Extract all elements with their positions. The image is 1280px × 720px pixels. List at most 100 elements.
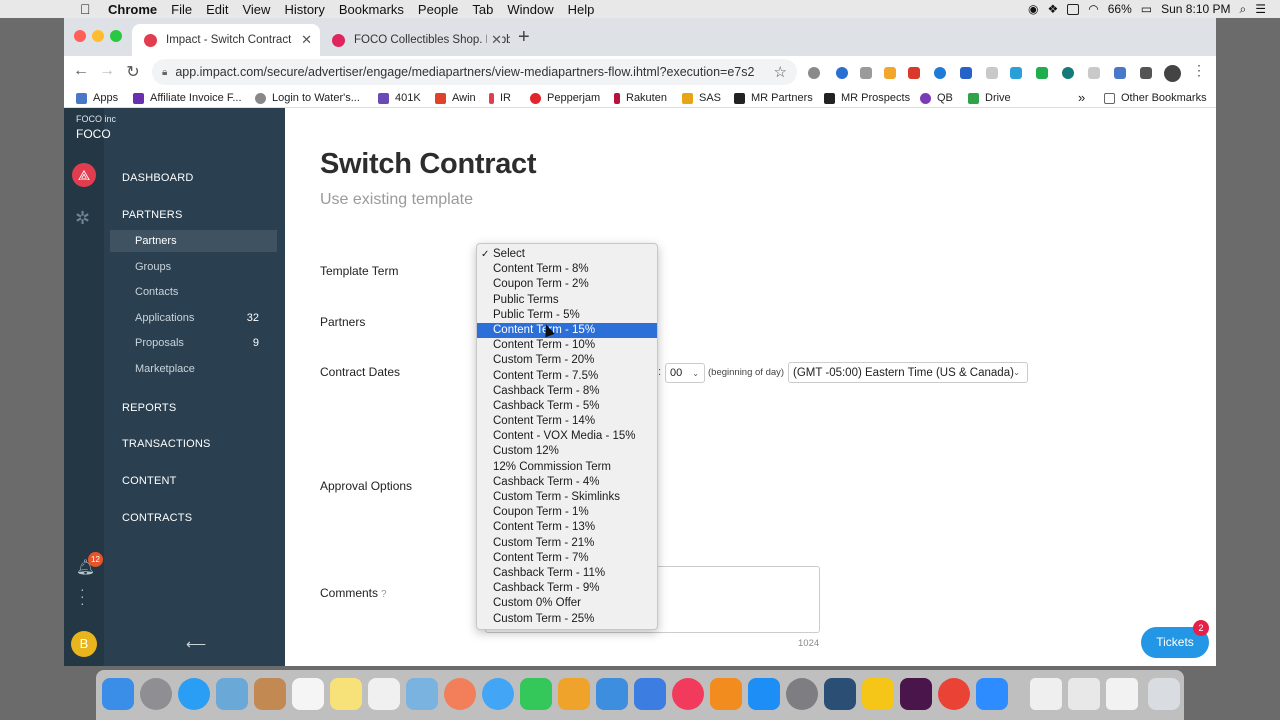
menu-app-name[interactable]: Chrome	[108, 2, 157, 17]
safari-icon[interactable]	[178, 678, 210, 710]
dropdown-option[interactable]: 12% Commission Term	[477, 460, 657, 475]
menu-bookmarks[interactable]: Bookmarks	[339, 2, 404, 17]
minimize-window-button[interactable]	[92, 30, 104, 42]
document-thumbnail-icon[interactable]	[1106, 678, 1138, 710]
extension-icon[interactable]	[808, 67, 820, 79]
lock-icon[interactable]: 🔒︎	[162, 67, 167, 78]
menu-people[interactable]: People	[418, 2, 458, 17]
bookmark-sas[interactable]: SAS	[682, 92, 721, 104]
tab-foco-collectibles[interactable]: FOCO Collectibles Shop. Bobb ✕	[320, 24, 510, 56]
bookmark-apps[interactable]: Apps	[76, 92, 118, 104]
music-icon[interactable]	[672, 678, 704, 710]
document-thumbnail-icon[interactable]	[1030, 678, 1062, 710]
pages-icon[interactable]	[558, 678, 590, 710]
dropdown-option[interactable]: Content - VOX Media - 15%	[477, 429, 657, 444]
dropdown-option[interactable]: Cashback Term - 9%	[477, 581, 657, 596]
dropbox-icon[interactable]: ❖	[1048, 2, 1059, 16]
more-options-icon[interactable]: · · ·	[80, 582, 88, 610]
maps-icon[interactable]	[406, 678, 438, 710]
reload-icon[interactable]: ↻	[122, 62, 144, 82]
slack-icon[interactable]	[900, 678, 932, 710]
bookmark-other-bookmarks[interactable]: Other Bookmarks	[1104, 92, 1207, 104]
dropdown-option[interactable]: Content Term - 14%	[477, 414, 657, 429]
launchpad-icon[interactable]	[140, 678, 172, 710]
nav-partners-marketplace[interactable]: Marketplace	[110, 358, 277, 380]
bookmark-pepperjam[interactable]: Pepperjam	[530, 92, 600, 104]
bookmark-mr-partners[interactable]: MR Partners	[734, 92, 813, 104]
close-window-button[interactable]	[74, 30, 86, 42]
forward-arrow-icon[interactable]: →	[96, 62, 118, 80]
back-arrow-icon[interactable]: ←	[70, 62, 92, 80]
finder-icon[interactable]	[102, 678, 134, 710]
clock[interactable]: Sun 8:10 PM	[1161, 2, 1230, 16]
bookmark-401k[interactable]: 401K	[378, 92, 421, 104]
bookmark-login-water[interactable]: Login to Water's...	[255, 92, 360, 104]
cyberduck-icon[interactable]	[862, 678, 894, 710]
chrome-icon[interactable]	[938, 678, 970, 710]
wifi-icon[interactable]: ◠	[1088, 2, 1098, 16]
document-thumbnail-icon[interactable]	[1068, 678, 1100, 710]
impact-logo-icon[interactable]: ⟁	[72, 163, 96, 187]
dropdown-option[interactable]: Public Term - 5%	[477, 308, 657, 323]
dropdown-option[interactable]: Coupon Term - 2%	[477, 277, 657, 292]
reminders-icon[interactable]	[368, 678, 400, 710]
star-icon[interactable]: ☆	[774, 63, 787, 81]
timezone-select[interactable]: (GMT -05:00) Eastern Time (US & Canada) …	[788, 362, 1028, 383]
battery-icon[interactable]: ▭	[1141, 2, 1152, 16]
dropdown-option[interactable]: Custom Term - 20%	[477, 353, 657, 368]
bookmark-qb[interactable]: QB	[920, 92, 953, 104]
extension-icon[interactable]	[1088, 67, 1100, 79]
close-tab-icon[interactable]: ✕	[301, 32, 312, 48]
trash-icon[interactable]	[1148, 678, 1180, 710]
close-tab-icon[interactable]: ✕	[487, 32, 502, 48]
books-icon[interactable]	[710, 678, 742, 710]
extension-icon[interactable]	[1114, 67, 1126, 79]
dropdown-option[interactable]: Public Terms	[477, 293, 657, 308]
bookmark-mr-prospects[interactable]: MR Prospects	[824, 92, 910, 104]
bookmark-drive[interactable]: Drive	[968, 92, 1011, 104]
new-tab-icon[interactable]: +	[518, 26, 530, 49]
camera-icon[interactable]	[860, 67, 872, 79]
dropdown-option[interactable]: Cashback Term - 8%	[477, 384, 657, 399]
record-icon[interactable]: ◉	[1028, 2, 1038, 16]
nav-partners[interactable]: PARTNERS	[122, 209, 182, 221]
keynote-icon[interactable]	[634, 678, 666, 710]
dropdown-option[interactable]: Cashback Term - 4%	[477, 475, 657, 490]
dropdown-option[interactable]: Content Term - 10%	[477, 338, 657, 353]
nav-partners-contacts[interactable]: Contacts	[110, 281, 277, 303]
url-text[interactable]: app.impact.com/secure/advertiser/engage/…	[175, 65, 754, 79]
nav-partners-applications[interactable]: Applications 32	[110, 307, 277, 329]
menu-tab[interactable]: Tab	[472, 2, 493, 17]
nav-contracts[interactable]: CONTRACTS	[122, 512, 192, 524]
spotlight-icon[interactable]: ⌕	[1240, 2, 1247, 17]
apple-icon[interactable]: 	[80, 1, 96, 17]
menu-history[interactable]: History	[284, 2, 324, 17]
user-avatar[interactable]: B	[71, 631, 97, 657]
extension-icon[interactable]	[986, 67, 998, 79]
dropdown-option[interactable]: Content Term - 15%	[477, 322, 657, 339]
dropdown-option[interactable]: Custom Term - 21%	[477, 536, 657, 551]
nav-partners-proposals[interactable]: Proposals 9	[110, 332, 277, 354]
dropdown-option[interactable]: Custom Term - Skimlinks	[477, 490, 657, 505]
bookmark-rakuten[interactable]: Rakuten	[614, 92, 667, 104]
nav-content[interactable]: CONTENT	[122, 475, 177, 487]
dropdown-option[interactable]: Content Term - 8%	[477, 262, 657, 277]
dropdown-option[interactable]: Cashback Term - 5%	[477, 399, 657, 414]
extension-icon[interactable]	[1036, 67, 1048, 79]
menu-edit[interactable]: Edit	[206, 2, 228, 17]
template-term-dropdown-list[interactable]: ✓ Select Content Term - 8% Coupon Term - 2%…	[476, 243, 658, 630]
contacts-icon[interactable]	[254, 678, 286, 710]
control-center-icon[interactable]: ☰	[1255, 2, 1266, 16]
product-switch-icon[interactable]: ✲	[75, 208, 90, 229]
tab-impact-switch-contract[interactable]: Impact - Switch Contract ✕	[132, 24, 320, 56]
extension-icon[interactable]	[960, 67, 972, 79]
numbers-icon[interactable]	[596, 678, 628, 710]
dropdown-option[interactable]: Custom 12%	[477, 444, 657, 459]
battery-percent[interactable]: 66%	[1108, 2, 1132, 16]
dropdown-option[interactable]: Content Term - 7%	[477, 551, 657, 566]
messages-icon[interactable]	[482, 678, 514, 710]
dropdown-option[interactable]: Custom 0% Offer	[477, 596, 657, 611]
bookmark-affiliate-invoice[interactable]: Affiliate Invoice F...	[133, 92, 242, 104]
calendar-icon[interactable]	[292, 678, 324, 710]
profile-avatar-icon[interactable]	[1164, 65, 1181, 82]
